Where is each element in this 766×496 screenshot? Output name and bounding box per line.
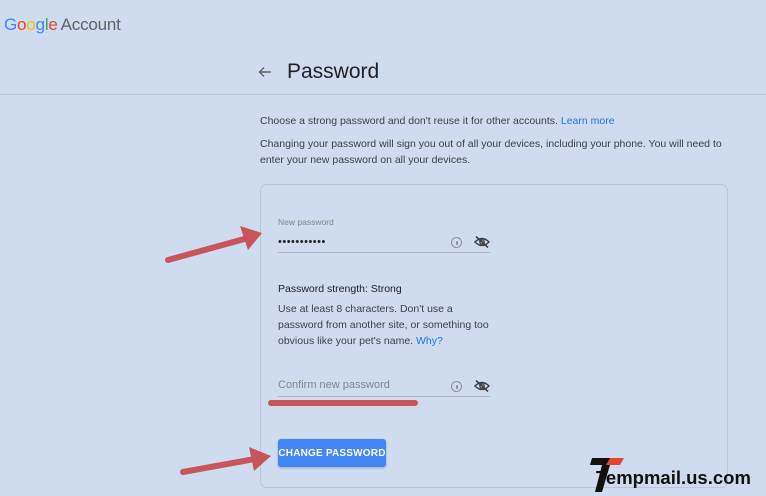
new-password-label: New password bbox=[278, 217, 334, 227]
watermark-logo: Tempmail.us.com bbox=[590, 456, 766, 496]
password-hint-text: Use at least 8 characters. Don't use a p… bbox=[278, 303, 489, 347]
learn-more-link[interactable]: Learn more bbox=[561, 115, 615, 127]
key-icon[interactable] bbox=[451, 237, 462, 248]
confirm-password-input[interactable]: Confirm new password bbox=[278, 379, 390, 391]
watermark-text: Tempmail.us.com bbox=[596, 467, 751, 488]
key-icon[interactable] bbox=[451, 381, 462, 392]
change-password-button[interactable]: CHANGE PASSWORD bbox=[278, 439, 386, 467]
annotation-arrow-icon bbox=[180, 447, 271, 475]
intro-sentence: Choose a strong password and don't reuse… bbox=[260, 115, 558, 127]
new-password-input[interactable]: ••••••••••• bbox=[278, 236, 326, 248]
annotation-underline bbox=[268, 400, 418, 406]
back-arrow-icon[interactable] bbox=[258, 62, 276, 82]
confirm-password-underline bbox=[278, 396, 490, 397]
brand-account-label: Account bbox=[60, 15, 121, 34]
header-divider bbox=[0, 94, 766, 95]
annotation-arrow-icon bbox=[165, 226, 262, 263]
password-hint: Use at least 8 characters. Don't use a p… bbox=[278, 301, 498, 349]
page-title: Password bbox=[287, 60, 380, 83]
google-account-logo[interactable]: Google Account bbox=[4, 15, 121, 35]
eye-off-icon[interactable] bbox=[474, 235, 490, 249]
password-strength: Password strength: Strong bbox=[278, 283, 402, 295]
top-bar: Google Account bbox=[0, 0, 766, 52]
why-link[interactable]: Why? bbox=[416, 335, 443, 347]
intro-text: Choose a strong password and don't reuse… bbox=[260, 115, 730, 127]
intro-warning: Changing your password will sign you out… bbox=[260, 138, 722, 166]
eye-off-icon[interactable] bbox=[474, 379, 490, 393]
new-password-underline bbox=[278, 252, 490, 253]
